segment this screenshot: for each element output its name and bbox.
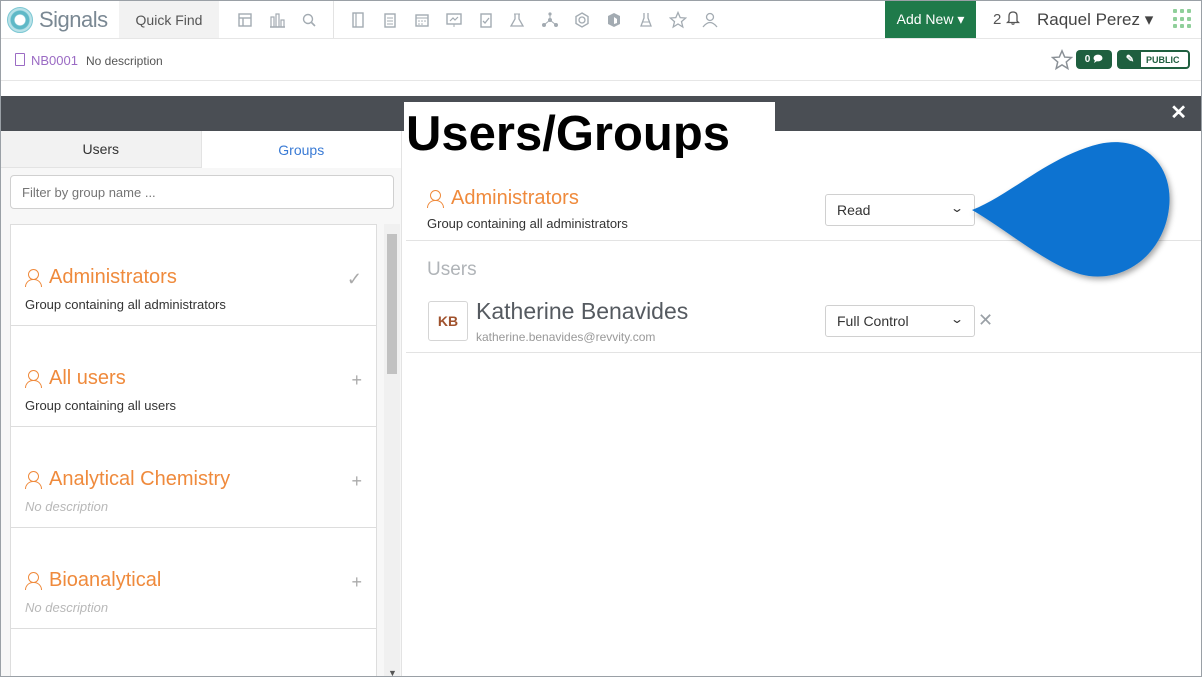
user-menu[interactable]: Raquel Perez ▾ <box>1037 10 1153 30</box>
experiment-icon[interactable] <box>374 1 406 38</box>
group-name: All users <box>25 367 126 390</box>
group-list-scrollbar[interactable]: ▼ <box>384 224 400 676</box>
users-icon[interactable] <box>694 1 726 38</box>
comment-icon <box>1093 54 1103 66</box>
quick-find-button[interactable]: Quick Find <box>119 1 219 38</box>
user-name: Katherine Benavides <box>476 298 689 324</box>
group-icon <box>25 268 45 288</box>
bell-icon <box>1005 11 1020 25</box>
favorite-star-icon[interactable] <box>1051 49 1073 71</box>
user-permission-value: Full Control <box>837 313 909 329</box>
group-description: Group containing all administrators <box>25 297 226 312</box>
group-permission-value: Read <box>837 202 871 218</box>
app-grid-icon[interactable] <box>1173 9 1193 29</box>
group-icon <box>25 470 45 490</box>
list-item[interactable]: Analytical Chemistry No description + <box>11 427 376 528</box>
users-section-heading: Users <box>427 259 477 280</box>
search-icon[interactable] <box>293 1 325 38</box>
group-picker-panel: Users Groups Administrators Group contai… <box>1 131 402 676</box>
pencil-icon: ✎ <box>1119 52 1141 67</box>
notifications[interactable]: 2 <box>993 10 1020 28</box>
tab-groups[interactable]: Groups <box>200 131 401 168</box>
cube-icon[interactable] <box>598 1 630 38</box>
favorites-star-icon[interactable] <box>662 1 694 38</box>
group-filter-input[interactable] <box>10 175 394 209</box>
checkmark-icon: ✓ <box>346 269 362 289</box>
scroll-down-arrow-icon[interactable]: ▼ <box>388 668 397 676</box>
list-item[interactable]: Administrators Group containing all admi… <box>11 225 376 326</box>
comments-count: 0 <box>1084 54 1091 65</box>
hexagon-icon[interactable] <box>566 1 598 38</box>
group-description: Group containing all users <box>25 398 177 413</box>
toolbar-divider <box>333 1 334 38</box>
presentation-icon[interactable] <box>438 1 470 38</box>
app-window: Signals Quick Find Add New ▾ 2 Raquel Pe… <box>0 0 1202 677</box>
tab-users[interactable]: Users <box>1 131 201 168</box>
close-dialog-icon[interactable]: ✕ <box>1170 103 1187 123</box>
add-group-icon[interactable]: + <box>351 572 362 593</box>
flask-icon[interactable] <box>630 1 662 38</box>
notebook-id-link[interactable]: NB0001 <box>31 53 78 68</box>
selected-group-name: Administrators <box>427 187 579 210</box>
user-permission-row: KB Katherine Benavides katherine.benavid… <box>406 296 1201 353</box>
add-group-icon[interactable]: + <box>351 471 362 492</box>
scrollbar-thumb[interactable] <box>387 234 397 374</box>
list-item[interactable]: All users Group containing all users + <box>11 326 376 427</box>
group-name: Administrators <box>25 266 177 289</box>
notebook-icon <box>15 53 25 66</box>
selected-group-description: Group containing all administrators <box>427 216 628 231</box>
visibility-label: PUBLIC <box>1146 54 1180 65</box>
add-group-icon[interactable]: + <box>351 370 362 391</box>
notebook-icon[interactable] <box>342 1 374 38</box>
group-name: Bioanalytical <box>25 569 161 592</box>
callout-pointer-icon <box>972 142 1170 277</box>
logo-text: Signals <box>39 7 108 32</box>
dashboard-icon[interactable] <box>229 1 261 38</box>
group-description: No description <box>25 600 109 615</box>
notebook-header: NB0001 No description 0 ✎ PUBLIC <box>1 39 1201 81</box>
calendar-icon[interactable] <box>406 1 438 38</box>
group-description: No description <box>25 499 109 514</box>
bar-chart-icon[interactable] <box>261 1 293 38</box>
add-new-button[interactable]: Add New ▾ <box>885 1 976 38</box>
notebook-description: No description <box>86 54 163 68</box>
group-permission-select[interactable]: Read ⌄ <box>825 194 975 226</box>
toolbar-icons <box>229 1 726 38</box>
task-icon[interactable] <box>470 1 502 38</box>
group-list: Administrators Group containing all admi… <box>10 224 377 676</box>
chemistry-lab-icon[interactable] <box>502 1 534 38</box>
user-permission-select[interactable]: Full Control ⌄ <box>825 305 975 337</box>
avatar: KB <box>428 301 468 341</box>
annotation-title: Users/Groups <box>404 102 775 158</box>
signals-logo[interactable]: Signals <box>7 5 117 35</box>
molecule-icon[interactable] <box>534 1 566 38</box>
comments-badge[interactable]: 0 <box>1076 50 1112 69</box>
picker-tabs: Users Groups <box>1 131 401 168</box>
group-name: Analytical Chemistry <box>25 468 230 491</box>
group-icon <box>25 571 45 591</box>
group-icon <box>25 369 45 389</box>
signals-logo-icon <box>7 7 33 33</box>
visibility-badge[interactable]: ✎ PUBLIC <box>1117 50 1190 69</box>
notifications-count: 2 <box>993 11 1002 28</box>
top-navbar: Signals Quick Find Add New ▾ 2 Raquel Pe… <box>1 1 1201 39</box>
remove-user-icon[interactable]: ✕ <box>978 310 993 331</box>
list-item[interactable]: Bioanalytical No description + <box>11 528 376 629</box>
chevron-down-icon: ⌄ <box>949 201 965 215</box>
group-icon <box>427 189 447 209</box>
chevron-down-icon: ⌄ <box>949 312 965 326</box>
user-email: katherine.benavides@revvity.com <box>476 330 656 344</box>
